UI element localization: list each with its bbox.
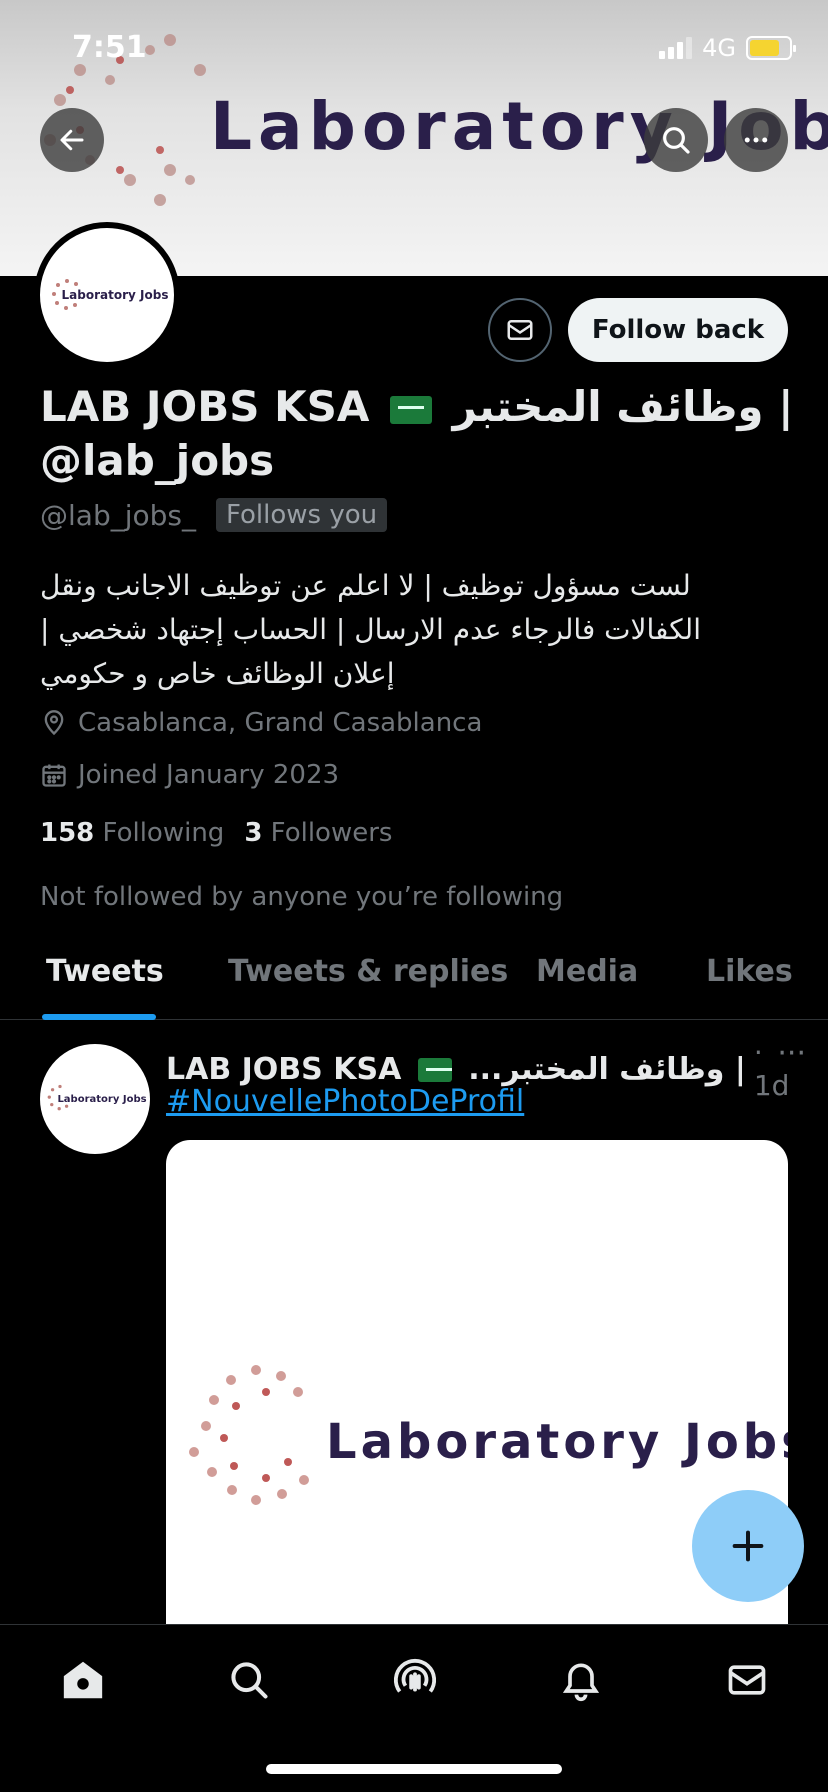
profile-name: LAB JOBS KSA | وظائف المختبر @lab_jobs bbox=[40, 380, 800, 488]
tweet-author-prefix: LAB JOBS KSA bbox=[166, 1051, 402, 1087]
tweet-image-logo-dots bbox=[189, 1365, 309, 1505]
message-button[interactable] bbox=[488, 298, 552, 362]
tweet-image[interactable]: Laboratory Jobs bbox=[166, 1140, 788, 1660]
tweet-hashtag[interactable]: #NouvellePhotoDeProfil bbox=[166, 1084, 524, 1119]
notifications-icon bbox=[562, 1663, 600, 1702]
not-followed-notice: Not followed by anyone you’re following bbox=[40, 882, 564, 912]
tweet-author-arabic: | وظائف المختبر... bbox=[468, 1051, 746, 1087]
followers-link[interactable]: 3 Followers bbox=[244, 818, 392, 848]
search-icon bbox=[663, 127, 690, 154]
joined-row: Joined January 2023 bbox=[40, 760, 339, 790]
plus-icon bbox=[732, 1530, 764, 1562]
tweet-image-title: Laboratory Jobs bbox=[326, 1414, 788, 1470]
nav-messages[interactable] bbox=[722, 1655, 772, 1705]
back-button[interactable] bbox=[40, 108, 104, 172]
active-tab-indicator bbox=[42, 1014, 156, 1020]
tweet-flag-icon bbox=[417, 1058, 452, 1082]
tweet-author-name[interactable]: LAB JOBS KSA | وظائف المختبر... bbox=[166, 1052, 746, 1087]
calendar-icon bbox=[42, 764, 66, 787]
handle-row: @lab_jobs_ Follows you bbox=[40, 498, 388, 532]
followers-label: Followers bbox=[270, 818, 393, 848]
status-time: 7:51 bbox=[72, 30, 147, 65]
signal-icon bbox=[659, 37, 693, 59]
network-label: 4G bbox=[702, 34, 736, 62]
tweet-more-icon[interactable]: ··· bbox=[777, 1036, 806, 1071]
back-arrow-icon bbox=[60, 129, 84, 151]
more-button[interactable] bbox=[724, 108, 788, 172]
spaces-icon bbox=[393, 1658, 437, 1693]
follow-counts: 158 Following 3 Followers bbox=[40, 818, 392, 848]
tweet-avatar[interactable]: Laboratory Jobs bbox=[40, 1044, 150, 1154]
location-icon bbox=[44, 710, 64, 736]
profile-tabs: Tweets Tweets & replies Media Likes bbox=[0, 942, 828, 1020]
following-count: 158 bbox=[40, 818, 95, 848]
compose-tweet-button[interactable] bbox=[692, 1490, 804, 1602]
messages-icon bbox=[728, 1665, 766, 1695]
profile-avatar[interactable]: Laboratory Jobs bbox=[34, 222, 180, 368]
home-icon bbox=[63, 1661, 103, 1699]
more-icon bbox=[744, 137, 768, 143]
nav-explore[interactable] bbox=[224, 1655, 274, 1705]
profile-name-prefix: LAB JOBS KSA bbox=[40, 382, 370, 431]
tab-media[interactable]: Media bbox=[536, 954, 638, 989]
following-label: Following bbox=[102, 818, 225, 848]
status-indicators: 4G bbox=[659, 34, 796, 62]
mail-icon bbox=[507, 320, 533, 340]
joined-text: Joined January 2023 bbox=[78, 760, 340, 790]
location-row: Casablanca, Grand Casablanca bbox=[40, 708, 482, 738]
tweet-avatar-logo-dots bbox=[47, 1084, 69, 1111]
follows-you-badge: Follows you bbox=[215, 498, 388, 532]
follow-back-button[interactable]: Follow back bbox=[568, 298, 788, 362]
profile-handle: @lab_jobs_ bbox=[40, 498, 196, 532]
avatar-logo-dots bbox=[52, 279, 78, 310]
home-indicator bbox=[266, 1764, 562, 1774]
profile-name-arabic: | وظائف المختبر bbox=[452, 382, 794, 431]
saudi-flag-icon bbox=[390, 395, 433, 424]
tab-tweets[interactable]: Tweets bbox=[46, 954, 164, 989]
followers-count: 3 bbox=[244, 818, 263, 848]
profile-bio: لست مسؤول توظيف | لا اعلم عن توظيف الاجا… bbox=[40, 569, 701, 690]
battery-icon bbox=[746, 36, 796, 60]
tab-likes[interactable]: Likes bbox=[706, 954, 793, 989]
explore-icon bbox=[231, 1662, 268, 1699]
nav-spaces[interactable] bbox=[390, 1655, 440, 1705]
nav-home[interactable] bbox=[58, 1655, 108, 1705]
following-link[interactable]: 158 Following bbox=[40, 818, 224, 848]
search-button[interactable] bbox=[644, 108, 708, 172]
tab-tweets-replies[interactable]: Tweets & replies bbox=[228, 954, 508, 989]
profile-name-line2: @lab_jobs bbox=[40, 436, 275, 485]
location-text: Casablanca, Grand Casablanca bbox=[78, 708, 483, 738]
nav-notifications[interactable] bbox=[556, 1655, 606, 1705]
